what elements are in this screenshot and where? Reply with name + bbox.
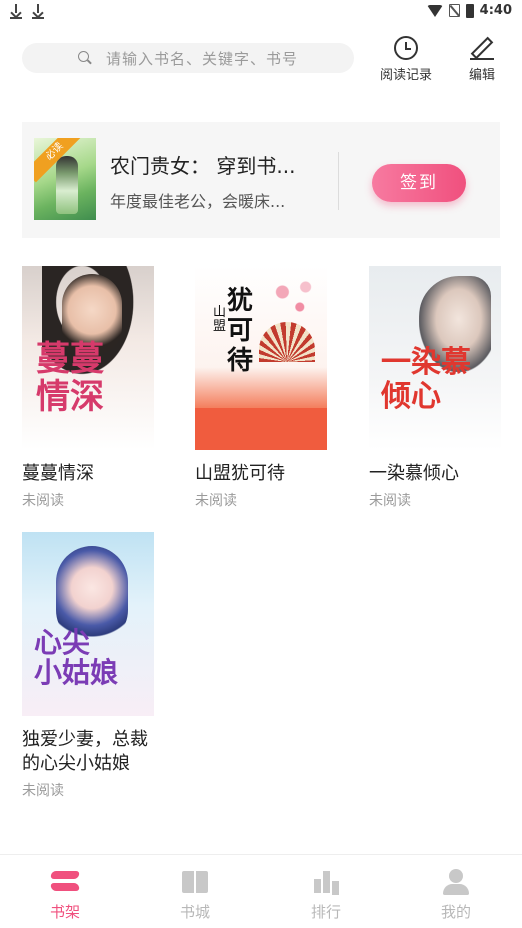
search-placeholder: 请输入书名、关键字、书号 <box>105 49 298 68</box>
tab-label: 书架 <box>49 903 80 921</box>
search-icon <box>77 51 92 65</box>
status-bar: 4:40 <box>0 0 522 26</box>
cover-title-art: 犹可待 <box>227 286 254 376</box>
cover-art <box>265 272 323 322</box>
book-title[interactable]: 蔓蔓情深 <box>22 462 154 486</box>
banner-book-cover[interactable]: 必读 <box>34 138 96 220</box>
clock-icon <box>394 36 418 60</box>
cover-band <box>195 408 327 450</box>
book-cover[interactable]: 犹可待 山盟 <box>195 266 327 450</box>
book-read-status: 未阅读 <box>369 493 411 509</box>
cover-title-art: 蔓蔓 情深 <box>36 339 104 417</box>
book-item[interactable]: 心尖 小姑娘 独爱少妻，总裁的心尖小姑娘 未阅读 <box>22 532 154 800</box>
book-title[interactable]: 一染慕倾心 <box>369 462 501 486</box>
cover-art <box>259 322 315 362</box>
cover-title-art: 一染慕 倾心 <box>381 345 471 414</box>
cover-title-art: 山盟 <box>213 305 227 334</box>
profile-icon <box>441 869 471 895</box>
cover-figure <box>56 156 78 214</box>
book-title[interactable]: 独爱少妻，总裁的心尖小姑娘 <box>22 728 154 776</box>
book-read-status: 未阅读 <box>22 493 64 509</box>
book-read-status: 未阅读 <box>195 493 237 509</box>
tab-bookshelf[interactable]: 书架 <box>35 869 95 922</box>
pencil-icon <box>470 36 494 60</box>
recommend-banner[interactable]: 必读 农门贵女： 穿到书... 年度最佳老公，会暖床... 签到 <box>22 122 500 238</box>
book-item[interactable]: 蔓蔓 情深 蔓蔓情深 未阅读 <box>22 266 154 510</box>
tab-bookstore[interactable]: 书城 <box>165 869 225 922</box>
ranking-icon <box>311 869 341 895</box>
book-cover[interactable]: 心尖 小姑娘 <box>22 532 154 716</box>
tab-label: 书城 <box>179 903 210 921</box>
book-read-status: 未阅读 <box>22 783 64 799</box>
edit-button[interactable]: 编辑 <box>462 36 502 83</box>
book-item[interactable]: 犹可待 山盟 山盟犹可待 未阅读 <box>195 266 327 510</box>
download-icon <box>10 3 22 19</box>
reading-history-button[interactable]: 阅读记录 <box>376 36 436 83</box>
tab-label: 排行 <box>310 903 341 921</box>
search-input[interactable]: 请输入书名、关键字、书号 <box>22 43 354 73</box>
tab-label: 我的 <box>440 903 471 921</box>
cover-title-art: 心尖 小姑娘 <box>34 626 119 689</box>
book-title[interactable]: 山盟犹可待 <box>195 462 327 486</box>
edit-label: 编辑 <box>468 68 495 83</box>
download-icon <box>32 3 44 19</box>
battery-icon <box>465 3 474 18</box>
checkin-button[interactable]: 签到 <box>372 164 466 202</box>
top-bar: 请输入书名、关键字、书号 阅读记录 编辑 <box>0 30 522 90</box>
no-sim-icon <box>448 4 460 17</box>
status-time: 4:40 <box>479 3 512 18</box>
bottom-tab-bar: 书架 书城 排行 我的 <box>0 854 522 928</box>
tab-ranking[interactable]: 排行 <box>296 869 356 922</box>
banner-divider <box>338 152 339 210</box>
bookstore-icon <box>180 869 210 895</box>
book-cover[interactable]: 蔓蔓 情深 <box>22 266 154 450</box>
wifi-icon <box>426 4 443 17</box>
tab-profile[interactable]: 我的 <box>426 869 486 922</box>
book-item[interactable]: 一染慕 倾心 一染慕倾心 未阅读 <box>369 266 501 510</box>
book-cover[interactable]: 一染慕 倾心 <box>369 266 501 450</box>
banner-subtitle: 年度最佳老公，会暖床... <box>110 192 286 211</box>
bookshelf-icon <box>50 869 80 895</box>
reading-history-label: 阅读记录 <box>379 68 432 83</box>
banner-title: 农门贵女： 穿到书... <box>110 154 296 178</box>
